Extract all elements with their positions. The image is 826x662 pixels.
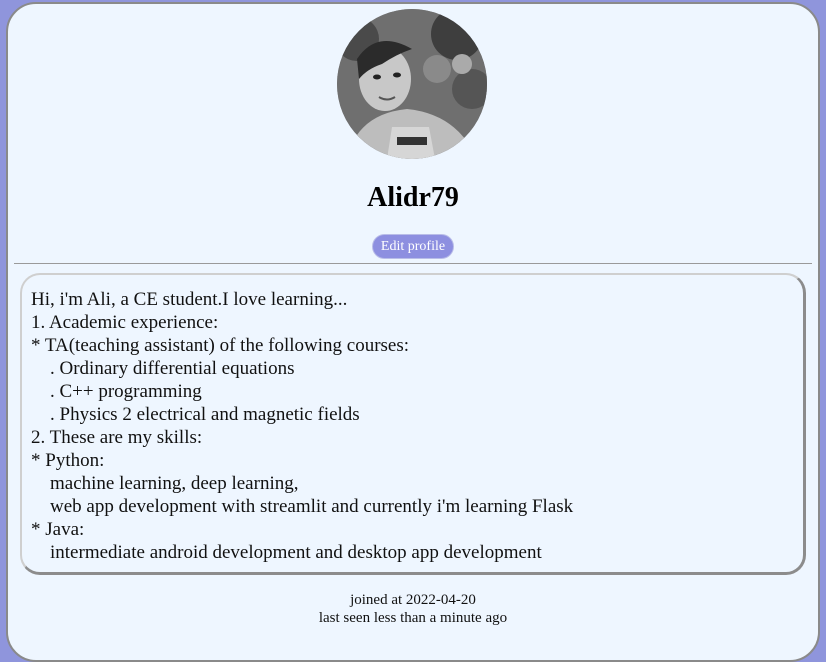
divider: [14, 263, 812, 264]
bio-line: Hi, i'm Ali, a CE student.I love learnin…: [31, 289, 348, 310]
joined-date: joined at 2022-04-20: [350, 592, 476, 608]
bio-line: . Ordinary differential equations: [31, 358, 295, 379]
username-heading: Alidr79: [367, 182, 459, 213]
bio-line: * TA(teaching assistant) of the followin…: [31, 335, 410, 356]
bio-line: web app development with streamlit and c…: [31, 496, 574, 517]
bio-line: * Python:: [31, 450, 105, 471]
last-seen-status: last seen less than a minute ago: [318, 610, 508, 626]
bio-line: 1. Academic experience:: [31, 312, 219, 333]
edit-profile-button[interactable]: Edit profile: [372, 234, 454, 259]
bio-line: machine learning, deep learning,: [31, 473, 299, 494]
bio-box: Hi, i'm Ali, a CE student.I love learnin…: [20, 273, 806, 575]
bio-line: * Java:: [31, 519, 85, 540]
avatar: [337, 9, 487, 159]
bio-line: 2. These are my skills:: [31, 427, 203, 448]
bio-line: intermediate android development and des…: [31, 542, 542, 563]
bio-line: . Physics 2 electrical and magnetic fiel…: [31, 404, 360, 425]
profile-photo-icon: [337, 9, 487, 159]
profile-card: Alidr79 Edit profile Hi, i'm Ali, a CE s…: [6, 2, 820, 662]
bio-line: . C++ programming: [31, 381, 202, 402]
